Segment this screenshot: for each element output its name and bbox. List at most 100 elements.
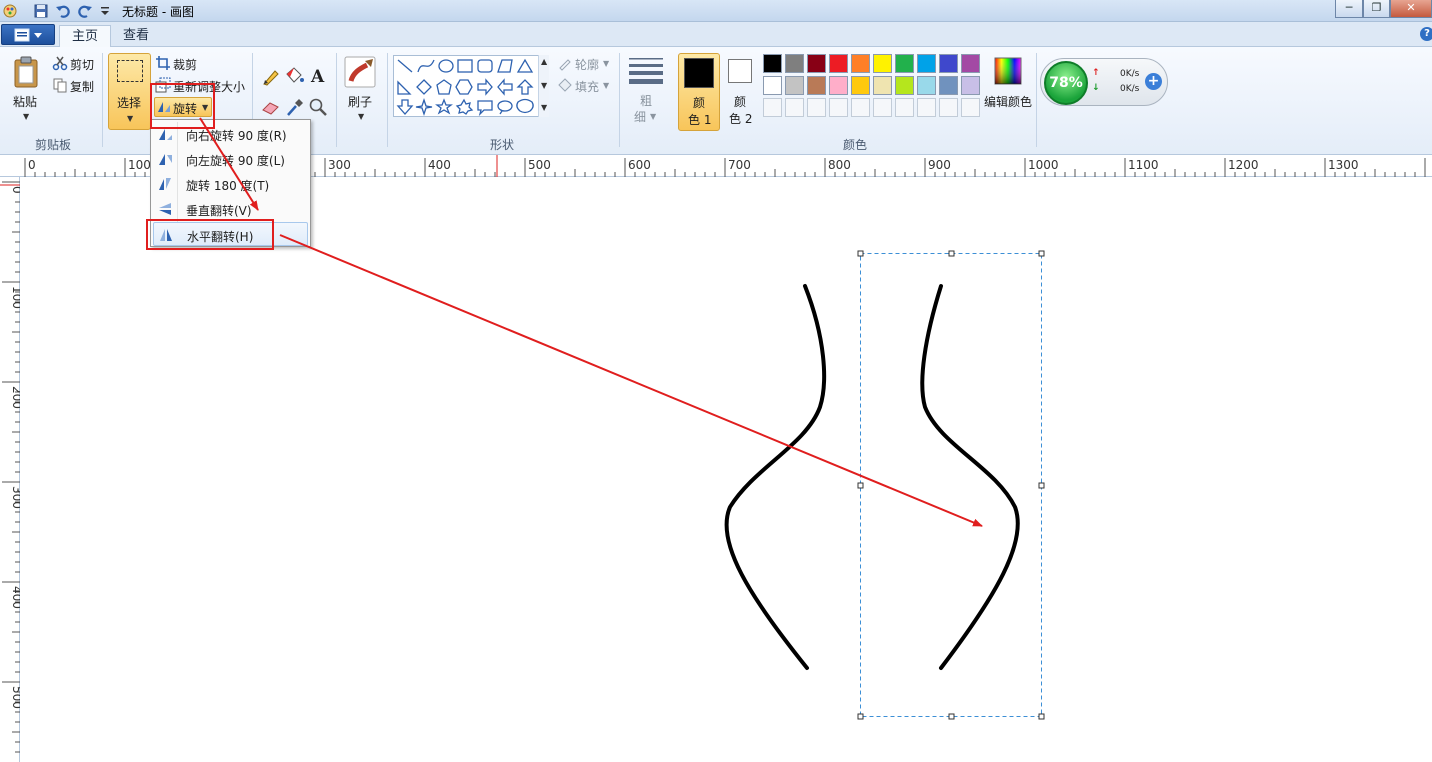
palette-custom-slot[interactable] [917,98,936,117]
brush-icon[interactable] [343,55,377,89]
palette-swatch[interactable] [917,54,936,73]
app-menu-button[interactable] [1,24,55,45]
color2-swatch[interactable] [728,59,752,83]
maximize-button[interactable]: ❐ [1363,0,1390,18]
pencil-icon[interactable] [260,67,281,88]
palette-swatch[interactable] [763,54,782,73]
palette-swatch[interactable] [939,76,958,95]
color-picker-icon[interactable] [284,97,305,118]
palette-swatch[interactable] [895,76,914,95]
shapes-gallery[interactable] [393,55,549,117]
color2-label-line1[interactable]: 颜 [734,93,746,110]
palette-swatch[interactable] [807,76,826,95]
fill-bucket-icon[interactable] [284,65,305,86]
outline-button[interactable]: 轮廓 [575,56,599,73]
help-icon[interactable]: ? [1420,27,1432,41]
title-bar: 无标题 - 画图 ─ ❐ ✕ [0,0,1432,22]
selection-handles[interactable] [857,250,1045,720]
color1-label-line1: 颜 [693,96,706,110]
palette-custom-slot[interactable] [763,98,782,117]
palette-custom-slot[interactable] [873,98,892,117]
minimize-button[interactable]: ─ [1335,0,1363,18]
select-label: 选择 [117,96,142,110]
menu-item-rotate-180[interactable]: 旋转 180 度(T) [153,172,308,196]
copy-icon[interactable] [52,77,68,93]
canvas-drawing[interactable] [20,177,1432,762]
fill-icon[interactable] [557,77,573,93]
palette-swatch[interactable] [807,54,826,73]
brush-dropdown-icon[interactable]: ▼ [358,112,364,121]
palette-swatch[interactable] [785,54,804,73]
shapes-expand-icon[interactable]: ▼ [541,103,547,112]
size-dropdown-icon[interactable]: ▼ [650,112,656,121]
color1-button[interactable]: 颜 色 1 [678,53,720,131]
copy-button[interactable]: 复制 [70,78,94,95]
palette-swatch[interactable] [873,76,892,95]
paste-dropdown-icon[interactable]: ▼ [23,112,29,121]
size-label-thin[interactable]: 细 [634,108,646,125]
redo-icon[interactable] [77,3,93,19]
line-size-icon[interactable] [629,57,663,85]
paste-icon[interactable] [12,55,42,89]
outline-dropdown-icon[interactable]: ▼ [603,59,609,68]
shapes-scroll-down-icon[interactable]: ▼ [541,81,547,90]
palette-swatch[interactable] [829,54,848,73]
palette-custom-slot[interactable] [851,98,870,117]
widget-plus-button[interactable]: + [1145,73,1162,90]
palette-custom-slot[interactable] [785,98,804,117]
cpu-usage-gauge[interactable]: 78% [1044,61,1088,105]
select-button[interactable]: 选择 ▼ [108,53,151,130]
palette-swatch[interactable] [851,76,870,95]
ruler-label: 400 [428,158,451,172]
menu-item-label: 旋转 180 度(T) [186,179,270,193]
palette-swatch[interactable] [873,54,892,73]
edit-colors-button[interactable]: 编辑颜色 [984,93,1032,110]
undo-icon[interactable] [55,3,71,19]
text-tool-icon[interactable]: A [308,65,329,86]
palette-swatch[interactable] [961,76,980,95]
tab-view[interactable]: 查看 [111,25,161,47]
tab-home[interactable]: 主页 [59,25,112,47]
magnifier-icon[interactable] [308,97,329,118]
outline-icon[interactable] [557,55,573,71]
palette-custom-slot[interactable] [895,98,914,117]
palette-custom-slot[interactable] [939,98,958,117]
palette-swatch[interactable] [785,76,804,95]
close-button[interactable]: ✕ [1390,0,1432,18]
paste-button[interactable]: 粘贴 [13,93,37,110]
drawing-canvas[interactable] [20,177,1432,762]
crop-icon[interactable] [155,55,171,71]
colors-group-label: 颜色 [843,138,868,152]
save-icon[interactable] [33,3,49,19]
customize-toolbar-icon[interactable] [97,3,113,19]
fill-dropdown-icon[interactable]: ▼ [603,81,609,90]
menu-item-flip-vertical[interactable]: 垂直翻转(V) [153,197,308,221]
size-label-thick[interactable]: 粗 [640,92,652,109]
crop-button[interactable]: 裁剪 [173,56,197,73]
edit-colors-icon[interactable] [994,57,1022,85]
palette-swatch[interactable] [895,54,914,73]
palette-custom-slot[interactable] [829,98,848,117]
palette-swatch[interactable] [763,76,782,95]
fill-button[interactable]: 填充 [575,78,599,95]
shapes-scroll-up-icon[interactable]: ▲ [541,57,547,66]
paint-window: 无标题 - 画图 ─ ❐ ✕ 主页 查看 ? 粘贴 ▼ 剪切 复制 剪贴板 选择… [0,0,1432,762]
cut-button[interactable]: 剪切 [70,56,94,73]
eraser-icon[interactable] [260,97,281,118]
palette-swatch[interactable] [961,54,980,73]
palette-custom-slot[interactable] [807,98,826,117]
ribbon-separator [619,53,620,147]
palette-custom-slot[interactable] [961,98,980,117]
menu-item-rotate-left-90[interactable]: 向左旋转 90 度(L) [153,147,308,171]
palette-swatch[interactable] [917,76,936,95]
ribbon-separator [387,53,388,147]
shapes-gallery-icons[interactable] [394,56,550,118]
palette-swatch[interactable] [851,54,870,73]
color2-label-line2[interactable]: 色 2 [729,110,752,127]
palette-swatch[interactable] [829,76,848,95]
brush-button[interactable]: 刷子 [348,93,372,110]
shapes-scrollbar[interactable]: ▲ ▼ ▼ [538,55,549,117]
palette-swatch[interactable] [939,54,958,73]
scissors-icon[interactable] [52,55,68,71]
selection-rectangle[interactable] [860,253,1042,717]
